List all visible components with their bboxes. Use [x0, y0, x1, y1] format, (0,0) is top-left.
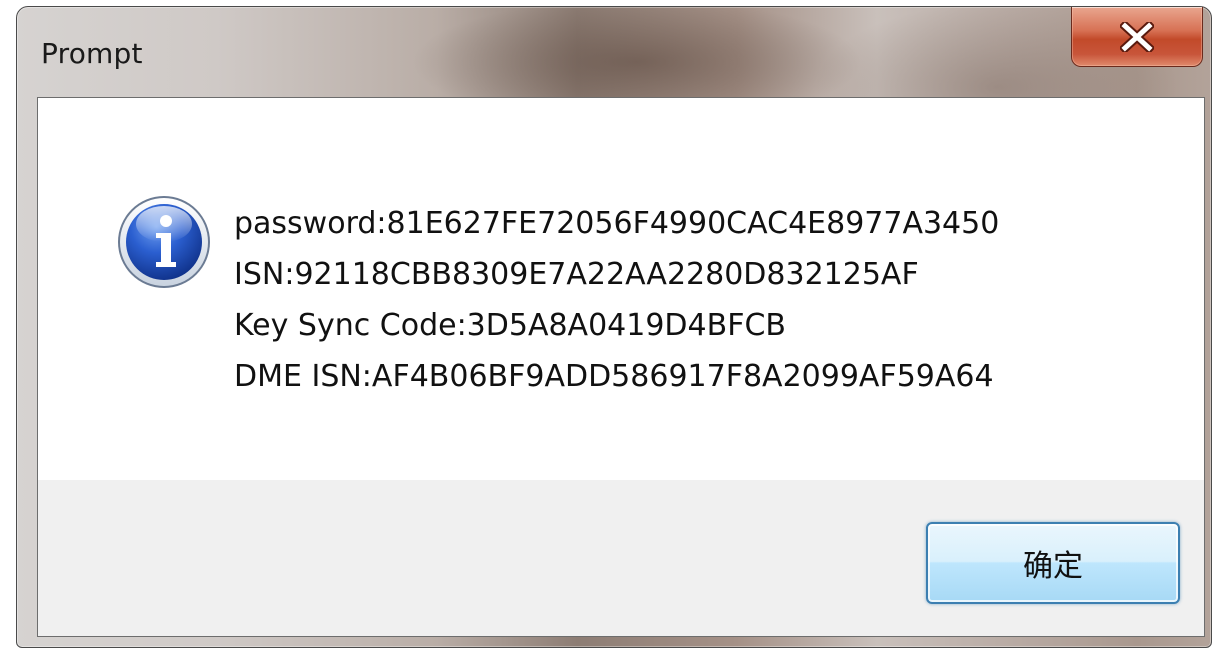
message-area: password:81E627FE72056F4990CAC4E8977A345… — [38, 98, 1204, 480]
dialog-body: password:81E627FE72056F4990CAC4E8977A345… — [37, 97, 1205, 637]
ok-button[interactable]: 确定 — [926, 522, 1180, 604]
password-line: password:81E627FE72056F4990CAC4E8977A345… — [234, 206, 1000, 241]
title-bar[interactable]: Prompt — [17, 7, 1211, 93]
key-sync-code-line: Key Sync Code:3D5A8A0419D4BFCB — [234, 308, 786, 343]
message-text: password:81E627FE72056F4990CAC4E8977A345… — [234, 198, 999, 402]
isn-line: ISN:92118CBB8309E7A22AA2280D832125AF — [234, 257, 919, 292]
dme-isn-line: DME ISN:AF4B06BF9ADD586917F8A2099AF59A64 — [234, 359, 994, 394]
button-bar: 确定 — [38, 480, 1204, 636]
dialog-title: Prompt — [41, 37, 143, 70]
prompt-dialog: Prompt password:81E627FE72056F4990CAC4E8… — [16, 6, 1212, 648]
close-icon — [1120, 21, 1154, 52]
close-button[interactable] — [1071, 7, 1203, 67]
info-icon — [118, 196, 210, 288]
